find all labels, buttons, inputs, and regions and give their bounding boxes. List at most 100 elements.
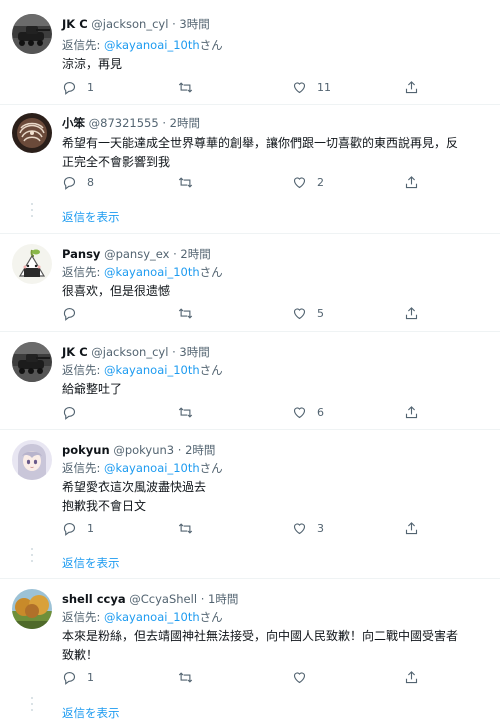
retweet-button[interactable] (178, 80, 203, 95)
heart-icon (293, 523, 306, 535)
reply-button[interactable] (62, 306, 87, 321)
display-name[interactable]: shell ccya (62, 592, 126, 606)
display-name[interactable]: pokyun (62, 443, 110, 457)
reply-button[interactable]: 8 (62, 175, 94, 190)
reply-icon (63, 307, 76, 321)
like-button[interactable]: 6 (292, 405, 324, 420)
like-button[interactable]: 2 (292, 175, 324, 190)
tweet-text-line: 本來是粉絲，但去靖國神社無法接受，向中國人民致歉！向二戰中國受害者 (62, 629, 459, 643)
reply-suffix: さん (199, 363, 223, 377)
separator-dot: · (162, 116, 167, 130)
tweet-header: shell ccya @CcyaShell · 1時間 (62, 591, 238, 607)
tweet-text: 希望有一天能達成全世界尊華的創舉，讓你們跟一切喜歡的東西說再見，反 正完全不會影… (62, 134, 487, 172)
show-replies-link[interactable]: 返信を表示 (62, 555, 120, 571)
user-handle[interactable]: @pokyun3 (113, 443, 174, 457)
avatar[interactable] (12, 589, 52, 629)
like-button[interactable]: 3 (292, 521, 324, 536)
separator-dot: · (173, 247, 177, 261)
replying-to: 返信先: @kayanoai_10thさん (62, 609, 223, 625)
tweet[interactable]: Pansy @pansy_ex · 2時間 返信先: @kayanoai_10t… (0, 234, 500, 331)
avatar[interactable] (12, 244, 52, 284)
avatar[interactable] (12, 113, 52, 153)
tweet-text: 給爺整吐了 (62, 380, 487, 399)
share-button[interactable] (404, 175, 419, 190)
reply-count: 8 (87, 176, 94, 189)
user-handle[interactable]: @pansy_ex (104, 247, 169, 261)
share-button[interactable] (404, 521, 419, 536)
timestamp[interactable]: 2時間 (170, 116, 200, 130)
heart-icon (293, 177, 306, 189)
display-name[interactable]: JK C (62, 345, 88, 359)
tweet[interactable]: JK C @jackson_cyl · 3時間 返信先: @kayanoai_1… (0, 0, 500, 104)
tweet[interactable]: shell ccya @CcyaShell · 1時間 返信先: @kayano… (0, 579, 500, 727)
tweet-text-line: 抱歉我不會日文 (62, 499, 147, 513)
reply-button[interactable]: 1 (62, 80, 94, 95)
avatar[interactable] (12, 440, 52, 480)
reply-to-handle[interactable]: @kayanoai_10th (104, 610, 200, 624)
action-bar: 8 2 (62, 175, 482, 195)
share-button[interactable] (404, 670, 419, 685)
tweet-header: 小笨 @87321555 · 2時間 (62, 115, 200, 131)
reply-icon (63, 671, 76, 685)
avatar[interactable] (12, 14, 52, 54)
like-count: 11 (317, 81, 331, 94)
avatar[interactable] (12, 342, 52, 382)
tweet[interactable]: JK C @jackson_cyl · 3時間 返信先: @kayanoai_1… (0, 332, 500, 429)
reply-button[interactable]: 1 (62, 670, 94, 685)
retweet-button[interactable] (178, 405, 203, 420)
retweet-button[interactable] (178, 306, 203, 321)
reply-suffix: さん (199, 610, 223, 624)
user-handle[interactable]: @87321555 (89, 116, 159, 130)
timestamp[interactable]: 3時間 (179, 345, 209, 359)
retweet-icon (178, 523, 193, 534)
like-count: 2 (317, 176, 324, 189)
user-handle[interactable]: @CcyaShell (129, 592, 197, 606)
share-icon (405, 81, 418, 94)
reply-button[interactable]: 1 (62, 521, 94, 536)
timestamp[interactable]: 3時間 (179, 17, 209, 31)
retweet-button[interactable] (178, 670, 203, 685)
share-button[interactable] (404, 306, 419, 321)
display-name[interactable]: JK C (62, 17, 88, 31)
reply-prefix: 返信先: (62, 610, 105, 624)
like-button[interactable] (292, 670, 317, 685)
like-count: 3 (317, 522, 324, 535)
tweet-header: JK C @jackson_cyl · 3時間 (62, 344, 210, 360)
timestamp[interactable]: 1時間 (208, 592, 238, 606)
share-button[interactable] (404, 80, 419, 95)
share-icon (405, 176, 418, 189)
action-bar: 1 3 (62, 521, 482, 541)
display-name[interactable]: Pansy (62, 247, 100, 261)
tweet-text-line: 正完全不會影響到我 (62, 155, 171, 169)
timestamp[interactable]: 2時間 (180, 247, 210, 261)
user-handle[interactable]: @jackson_cyl (91, 17, 168, 31)
show-replies-link[interactable]: 返信を表示 (62, 705, 120, 721)
like-button[interactable]: 5 (292, 306, 324, 321)
retweet-button[interactable] (178, 521, 203, 536)
retweet-icon (178, 82, 193, 93)
tweet-text-line: 涼涼，再見 (62, 57, 123, 71)
timestamp[interactable]: 2時間 (185, 443, 215, 457)
separator-dot: · (200, 592, 205, 606)
reply-to-handle[interactable]: @kayanoai_10th (104, 461, 200, 475)
reply-count: 1 (87, 81, 94, 94)
reply-prefix: 返信先: (62, 265, 105, 279)
user-handle[interactable]: @jackson_cyl (91, 345, 168, 359)
reply-button[interactable] (62, 405, 87, 420)
share-icon (405, 522, 418, 535)
action-bar: 5 (62, 306, 482, 326)
tweet[interactable]: pokyun @pokyun3 · 2時間 返信先: @kayanoai_10t… (0, 430, 500, 578)
retweet-button[interactable] (178, 175, 203, 190)
show-replies-link[interactable]: 返信を表示 (62, 209, 120, 225)
tweet[interactable]: 小笨 @87321555 · 2時間 希望有一天能達成全世界尊華的創舉，讓你們跟… (0, 105, 500, 232)
like-button[interactable]: 11 (292, 80, 331, 95)
reply-to-handle[interactable]: @kayanoai_10th (104, 38, 200, 52)
tweet-text-line: 希望有一天能達成全世界尊華的創舉，讓你們跟一切喜歡的東西說再見，反 (62, 136, 459, 150)
reply-to-handle[interactable]: @kayanoai_10th (104, 363, 200, 377)
share-button[interactable] (404, 405, 419, 420)
display-name[interactable]: 小笨 (62, 116, 85, 130)
retweet-icon (178, 308, 193, 319)
reply-prefix: 返信先: (62, 363, 105, 377)
reply-icon (63, 522, 76, 536)
reply-to-handle[interactable]: @kayanoai_10th (104, 265, 200, 279)
